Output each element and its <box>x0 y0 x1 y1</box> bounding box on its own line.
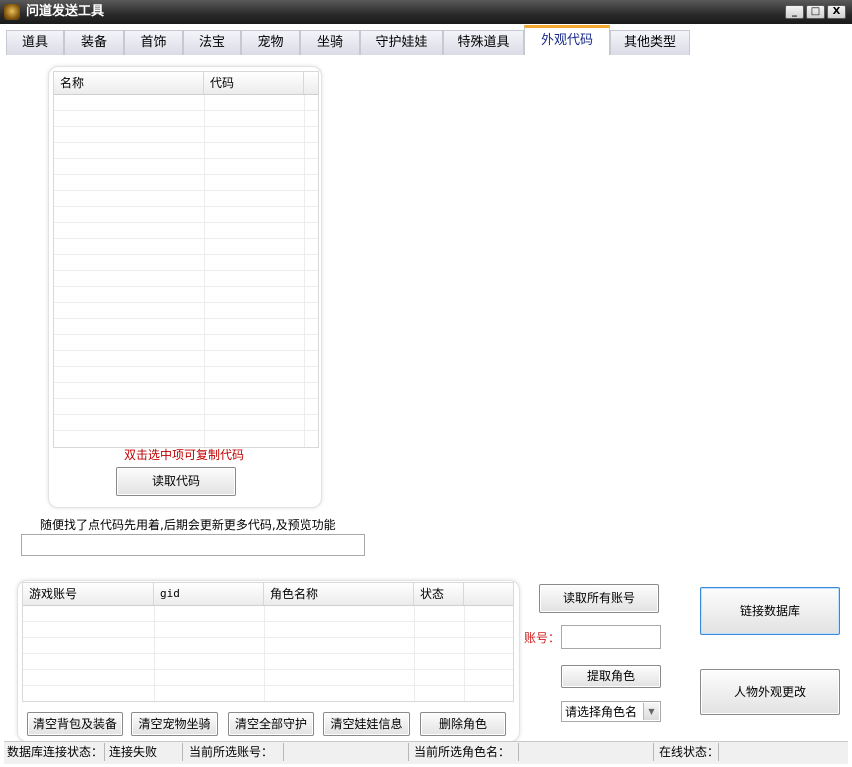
clear-guardian-button[interactable]: 清空全部守护 <box>228 712 314 736</box>
online-status-label: 在线状态： <box>659 745 720 759</box>
column-header-status[interactable]: 状态 <box>414 583 464 605</box>
tab-appearance-code[interactable]: 外观代码 <box>524 25 610 55</box>
change-appearance-button[interactable]: 人物外观更改 <box>700 669 840 715</box>
account-label: 账号： <box>524 631 561 645</box>
tab-equipment[interactable]: 装备 <box>64 30 124 55</box>
read-all-accounts-button[interactable]: 读取所有账号 <box>539 584 659 613</box>
clear-pet-mount-button[interactable]: 清空宠物坐骑 <box>131 712 218 736</box>
table-row <box>54 206 318 207</box>
selected-account-label: 当前所选账号： <box>189 745 274 759</box>
tab-special-items[interactable]: 特殊道具 <box>443 30 524 55</box>
table-row <box>54 254 318 255</box>
account-input[interactable] <box>561 625 661 649</box>
account-list[interactable]: 游戏账号 gid 角色名称 状态 <box>22 582 514 702</box>
table-row <box>54 142 318 143</box>
fetch-role-button[interactable]: 提取角色 <box>561 665 661 688</box>
table-row <box>54 158 318 159</box>
table-row <box>54 430 318 431</box>
minimize-button[interactable]: _ <box>785 5 804 19</box>
notice-text: 随便找了点代码先用着,后期会更新更多代码,及预览功能 <box>40 518 336 532</box>
table-row <box>54 366 318 367</box>
tab-items[interactable]: 道具 <box>6 30 64 55</box>
title-bar[interactable] <box>0 0 852 24</box>
table-row <box>54 302 318 303</box>
notice-field[interactable] <box>21 534 365 556</box>
db-status-label: 数据库连接状态： <box>7 745 104 759</box>
table-row <box>54 190 318 191</box>
table-row <box>54 110 318 111</box>
column-header-code[interactable]: 代码 <box>204 72 304 94</box>
tab-other-types[interactable]: 其他类型 <box>610 30 690 55</box>
status-divider <box>653 743 654 761</box>
column-header-game-account[interactable]: 游戏账号 <box>23 583 154 605</box>
link-database-button[interactable]: 链接数据库 <box>700 587 840 635</box>
maximize-button[interactable]: □ <box>806 5 825 19</box>
table-row <box>54 286 318 287</box>
status-divider <box>718 743 719 761</box>
status-divider <box>408 743 409 761</box>
table-row <box>54 222 318 223</box>
read-code-button[interactable]: 读取代码 <box>116 467 236 496</box>
clear-bag-button[interactable]: 清空背包及装备 <box>27 712 123 736</box>
table-row <box>54 382 318 383</box>
tab-mount[interactable]: 坐骑 <box>300 30 360 55</box>
status-divider <box>518 743 519 761</box>
table-row <box>54 270 318 271</box>
status-divider <box>182 743 183 761</box>
tab-pet[interactable]: 宠物 <box>241 30 300 55</box>
table-row <box>23 669 513 670</box>
table-row <box>54 350 318 351</box>
column-header-gid[interactable]: gid <box>154 583 264 605</box>
column-divider <box>204 95 205 447</box>
code-list-header: 名称 代码 <box>54 72 318 95</box>
tab-guardian-doll[interactable]: 守护娃娃 <box>360 30 443 55</box>
table-row <box>54 238 318 239</box>
clear-doll-button[interactable]: 清空娃娃信息 <box>323 712 410 736</box>
tab-jewelry[interactable]: 首饰 <box>124 30 183 55</box>
tab-artifact[interactable]: 法宝 <box>183 30 241 55</box>
table-row <box>54 174 318 175</box>
selected-role-label: 当前所选角色名： <box>414 745 511 759</box>
role-select-value: 请选择角色名 <box>565 705 638 719</box>
table-row <box>54 398 318 399</box>
table-row <box>54 334 318 335</box>
table-row <box>54 414 318 415</box>
column-header-name[interactable]: 名称 <box>54 72 204 94</box>
delete-role-button[interactable]: 删除角色 <box>420 712 506 736</box>
role-select[interactable]: 请选择角色名 ▼ <box>561 701 661 722</box>
column-divider <box>304 95 305 447</box>
window-title: 问道发送工具 <box>26 4 105 19</box>
account-list-header: 游戏账号 gid 角色名称 状态 <box>23 583 513 606</box>
table-row <box>54 126 318 127</box>
app-icon <box>4 4 20 20</box>
table-row <box>54 318 318 319</box>
column-header-role-name[interactable]: 角色名称 <box>264 583 414 605</box>
table-row <box>23 621 513 622</box>
close-button[interactable]: X <box>827 5 846 19</box>
chevron-down-icon[interactable]: ▼ <box>643 703 659 720</box>
db-status-value: 连接失败 <box>109 745 158 759</box>
code-list[interactable]: 名称 代码 <box>53 71 319 448</box>
table-row <box>23 653 513 654</box>
status-divider <box>283 743 284 761</box>
table-row <box>23 637 513 638</box>
copy-hint: 双击选中项可复制代码 <box>123 448 244 462</box>
table-row <box>23 685 513 686</box>
status-divider <box>104 743 105 761</box>
